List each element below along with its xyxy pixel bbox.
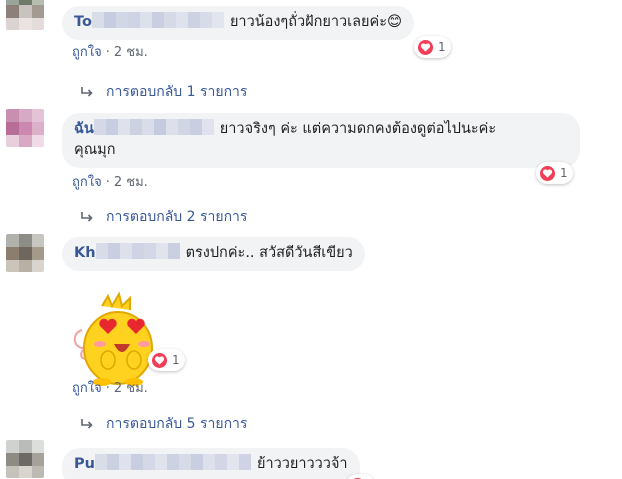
redacted-name (93, 119, 214, 135)
like-link[interactable]: ถูกใจ (72, 45, 102, 60)
comment-text: ยาวจริงๆ ค่ะ แต่ความดกคงต้องดูต่อไปนะค่ะ (219, 121, 497, 137)
like-link[interactable]: ถูกใจ (72, 175, 102, 190)
avatar[interactable] (6, 0, 44, 30)
view-replies-link[interactable]: การตอบกลับ 5 รายการ (80, 415, 247, 433)
comment-bubble: ฉัน ยาวจริงๆ ค่ะ แต่ความดกคงต้องดูต่อไปนะ… (62, 113, 580, 168)
timestamp[interactable]: 2 ชม. (114, 45, 148, 60)
comment-bubble: To ยาวน้องๆถั่วฝักยาวเลยค่ะ😊 (62, 6, 415, 40)
avatar[interactable] (6, 109, 44, 147)
comment-author[interactable]: ฉัน (74, 121, 94, 137)
love-icon (417, 38, 434, 56)
avatar[interactable] (6, 234, 44, 272)
comment-meta: ถูกใจ · 2 ชม. (72, 381, 148, 396)
redacted-name (95, 243, 180, 259)
timestamp[interactable]: 2 ชม. (114, 175, 148, 190)
smile-emoji: 😊 (387, 14, 403, 30)
comment-text: ย้าววยาวววจ้า (256, 456, 348, 472)
reply-arrow-icon (81, 419, 93, 429)
redacted-name (91, 12, 224, 28)
reaction-count[interactable]: 1 (148, 349, 185, 371)
reaction-count[interactable]: 1 (414, 36, 451, 58)
comment-bubble: Pu ย้าววยาวววจ้า (62, 448, 360, 479)
like-link[interactable]: ถูกใจ (72, 381, 102, 396)
comment-text: ยาวน้องๆถั่วฝักยาวเลยค่ะ (229, 14, 388, 30)
comment-text: ตรงปกค่ะ.. สวัสดีวันสีเขียว (185, 245, 353, 261)
comment-text-line2: คุณมุก (74, 142, 116, 158)
view-replies-link[interactable]: การตอบกลับ 1 รายการ (80, 83, 247, 101)
view-replies-link[interactable]: การตอบกลับ 2 รายการ (80, 208, 247, 226)
comment-bubble: Kh ตรงปกค่ะ.. สวัสดีวันสีเขียว (62, 237, 365, 271)
comment-author[interactable]: Kh (74, 245, 96, 261)
timestamp[interactable]: 2 ชม. (114, 381, 148, 396)
comment-meta: ถูกใจ · 2 ชม. (72, 45, 148, 60)
comment-author[interactable]: Pu (74, 456, 95, 472)
reaction-count[interactable]: 1 (536, 162, 573, 184)
redacted-name (94, 454, 251, 470)
reaction-count[interactable] (346, 474, 375, 479)
love-icon (151, 351, 168, 369)
love-icon (539, 164, 556, 182)
comment-meta: ถูกใจ · 2 ชม. (72, 175, 148, 190)
reply-arrow-icon (81, 212, 93, 222)
sticker-image[interactable] (72, 290, 160, 388)
comment-author[interactable]: To (74, 14, 92, 30)
avatar[interactable] (6, 440, 44, 478)
reply-arrow-icon (81, 87, 93, 97)
